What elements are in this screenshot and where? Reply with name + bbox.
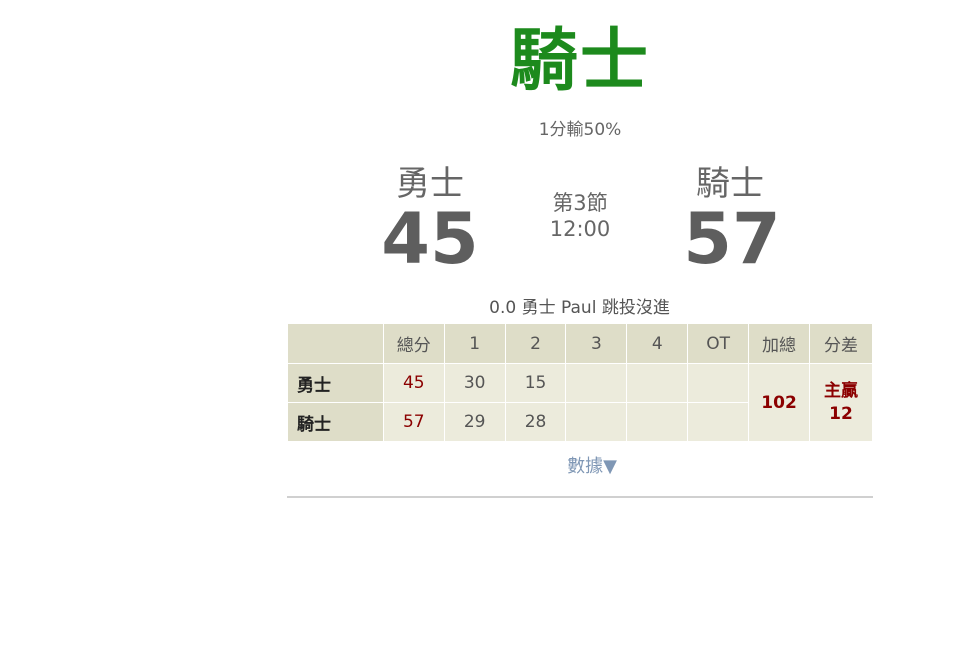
combined-total: 102 — [748, 363, 811, 442]
score-diff: 主贏 12 — [809, 363, 873, 442]
header-combined: 加總 — [748, 323, 811, 364]
header-diff: 分差 — [809, 323, 873, 364]
row-q3 — [565, 363, 628, 403]
winner-subtitle: 1分輸50% — [538, 120, 622, 140]
row-team-name: 騎士 — [287, 402, 384, 442]
last-play-text: 0.0 勇士 Paul 跳投沒進 — [489, 298, 670, 318]
diff-value: 12 — [829, 403, 853, 424]
header-total: 總分 — [382, 323, 445, 364]
row-q2: 28 — [504, 402, 567, 442]
row-total: 45 — [382, 363, 445, 403]
row-q1: 30 — [443, 363, 506, 403]
row-q2: 15 — [504, 363, 567, 403]
winner-team-title: 騎士 — [509, 22, 650, 101]
row-total: 57 — [382, 402, 445, 442]
row-q3 — [565, 402, 628, 442]
divider — [287, 496, 873, 498]
row-q4 — [626, 363, 689, 403]
home-team-score: 45 — [381, 198, 479, 280]
box-score-table: 總分 1 2 3 4 OT 加總 分差 勇士 45 30 15 102 主贏 1… — [287, 323, 873, 442]
game-period: 第3節 — [552, 191, 608, 215]
data-toggle-link[interactable]: 數據▼ — [287, 452, 897, 478]
away-team-score: 57 — [683, 198, 781, 280]
diff-label: 主贏 — [824, 381, 858, 402]
row-ot — [687, 363, 750, 403]
header-q3: 3 — [565, 323, 628, 364]
header-q1: 1 — [443, 323, 506, 364]
page: 騎士 1分輸50% 勇士 45 第3節 12:00 騎士 57 0.0 勇士 P… — [0, 0, 979, 671]
box-score-header-row: 總分 1 2 3 4 OT 加總 分差 — [287, 323, 873, 364]
header-q2: 2 — [504, 323, 567, 364]
header-ot: OT — [687, 323, 750, 364]
row-q4 — [626, 402, 689, 442]
row-team-name: 勇士 — [287, 363, 384, 403]
row-q1: 29 — [443, 402, 506, 442]
header-q4: 4 — [626, 323, 689, 364]
row-ot — [687, 402, 750, 442]
game-clock: 12:00 — [549, 217, 611, 241]
table-row: 勇士 45 30 15 102 主贏 12 — [287, 363, 873, 442]
header-team — [287, 323, 384, 364]
